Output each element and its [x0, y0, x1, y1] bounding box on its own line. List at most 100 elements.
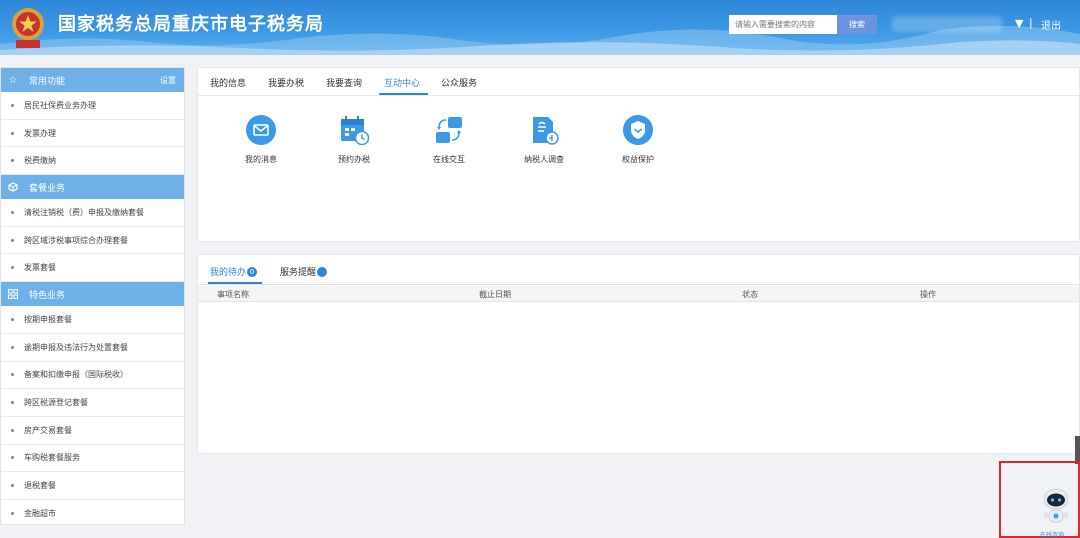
site-title: 国家税务总局重庆市电子税务局: [58, 14, 324, 35]
envelope-icon: [245, 114, 277, 146]
todo-panel: 我的待办 0 服务提醒 事项名称 截止日期 状态 操作: [197, 254, 1080, 454]
sidebar-item[interactable]: 车购税套餐服务: [1, 445, 184, 473]
tab-public-service[interactable]: 公众服务: [441, 76, 477, 89]
bullet-icon: [11, 210, 14, 214]
bullet-icon: [11, 266, 14, 270]
bullet-icon: [11, 131, 14, 135]
sidebar-item[interactable]: 金融超市: [1, 500, 184, 528]
bullet-icon: [11, 373, 14, 377]
bullet-icon: [11, 401, 14, 405]
sidebar-item-label: 发票套餐: [24, 263, 56, 273]
service-appointment[interactable]: 预约办税: [319, 114, 389, 165]
bullet-icon: [11, 159, 14, 163]
main-tabs: 我的信息 我要办税 我要查询 互动中心 公众服务: [198, 68, 1079, 96]
sidebar-item[interactable]: 按期申报套餐: [1, 306, 184, 334]
column-header-status: 状态: [742, 290, 758, 299]
sidebar-section-packages[interactable]: 套餐业务: [1, 175, 184, 200]
sidebar: ☆ 常用功能 设置 居民社保费业务办理 发票办理 税费缴纳 套餐业务 清税注销税…: [0, 67, 185, 525]
interaction-center-panel: 我的信息 我要办税 我要查询 互动中心 公众服务 我的消息 预约办税 在线交互 …: [197, 67, 1080, 242]
sidebar-item-label: 车购税套餐服务: [24, 453, 80, 463]
star-icon: ☆: [8, 74, 18, 86]
active-tab-indicator: [208, 282, 262, 284]
sidebar-item[interactable]: 跨区域涉税事项综合办理套餐: [1, 227, 184, 255]
cube-icon: [7, 181, 19, 193]
sidebar-item-label: 清税注销税（费）申报及缴纳套餐: [24, 207, 144, 217]
service-label: 纳税人调查: [524, 155, 564, 164]
sidebar-section-featured[interactable]: 特色业务: [1, 282, 184, 307]
tab-tax-handling[interactable]: 我要办税: [268, 76, 304, 89]
tab-my-todo[interactable]: 我的待办 0: [210, 265, 258, 278]
assistant-label[interactable]: 在线咨询: [1040, 530, 1064, 538]
tab-interaction-center[interactable]: 互动中心: [384, 76, 420, 89]
tab-query[interactable]: 我要查询: [326, 76, 362, 89]
active-tab-indicator: [379, 93, 428, 95]
bullet-icon: [11, 317, 14, 321]
reminder-count-badge: [317, 266, 328, 277]
sidebar-item-label: 按期申报套餐: [24, 314, 72, 324]
service-label: 权益保护: [622, 155, 654, 164]
shield-icon: [622, 114, 654, 146]
column-header-deadline: 截止日期: [479, 290, 511, 299]
bullet-icon: [11, 428, 14, 432]
bullet-icon: [11, 512, 14, 516]
sidebar-item[interactable]: 逾期申报及违法行为处置套餐: [1, 334, 184, 362]
side-feedback-tab[interactable]: [1075, 436, 1080, 464]
service-label: 预约办税: [338, 155, 370, 164]
todo-tabs: 我的待办 0 服务提醒: [198, 255, 1079, 285]
tab-service-reminder[interactable]: 服务提醒: [280, 265, 328, 278]
logout-link[interactable]: 退出: [1041, 17, 1061, 32]
sidebar-item-label: 跨区税源登记套餐: [24, 398, 88, 408]
sidebar-item[interactable]: 房产交易套餐: [1, 417, 184, 445]
tab-label: 我的待办: [210, 268, 247, 278]
settings-link[interactable]: 设置: [160, 75, 176, 86]
sidebar-section-title: 特色业务: [29, 290, 66, 301]
sidebar-section-common[interactable]: ☆ 常用功能 设置: [1, 68, 184, 92]
sidebar-item-label: 逾期申报及违法行为处置套餐: [24, 342, 128, 352]
service-online-interaction[interactable]: 在线交互: [414, 114, 484, 165]
service-taxpayer-survey[interactable]: 纳税人调查: [509, 114, 579, 165]
user-dropdown-icon[interactable]: ▼: [1015, 17, 1023, 30]
service-my-messages[interactable]: 我的消息: [226, 114, 296, 165]
sidebar-item[interactable]: 备案和扣缴申报（国际税收）: [1, 362, 184, 390]
sidebar-item[interactable]: 发票办理: [1, 120, 184, 148]
sidebar-item-label: 退税套餐: [24, 481, 56, 491]
tab-my-info[interactable]: 我的信息: [210, 76, 246, 89]
bullet-icon: [11, 103, 14, 107]
sidebar-item[interactable]: 退税套餐: [1, 472, 184, 500]
service-rights-protection[interactable]: 权益保护: [603, 114, 673, 165]
exchange-icon: [433, 114, 465, 146]
calendar-clock-icon: [338, 114, 370, 146]
sidebar-item-label: 备案和扣缴申报（国际税收）: [24, 370, 128, 380]
sidebar-section-title: 常用功能: [29, 76, 66, 87]
sidebar-item[interactable]: 发票套餐: [1, 254, 184, 283]
sidebar-item-label: 跨区域涉税事项综合办理套餐: [24, 235, 128, 245]
header-separator: |: [1029, 16, 1033, 29]
sidebar-item[interactable]: 清税注销税（费）申报及缴纳套餐: [1, 199, 184, 227]
sidebar-item-label: 房产交易套餐: [24, 425, 72, 435]
column-header-actions: 操作: [920, 290, 936, 299]
column-header-item-name: 事项名称: [217, 290, 249, 299]
grid-icon: [7, 288, 19, 300]
search-button[interactable]: 搜索: [837, 15, 877, 34]
survey-icon: [528, 114, 560, 146]
bullet-icon: [11, 456, 14, 460]
sidebar-item[interactable]: 税费缴纳: [1, 147, 184, 176]
sidebar-item-label: 发票办理: [24, 128, 56, 138]
header-bar: 国家税务总局重庆市电子税务局 搜索 ▼ | 退出: [0, 0, 1080, 55]
sidebar-item-label: 居民社保费业务办理: [24, 100, 96, 110]
service-label: 在线交互: [433, 155, 465, 164]
sidebar-item[interactable]: 跨区税源登记套餐: [1, 389, 184, 417]
sidebar-section-title: 套餐业务: [29, 183, 66, 194]
robot-icon[interactable]: [1040, 486, 1072, 528]
user-name-blurred: [892, 16, 1002, 32]
sidebar-item[interactable]: 居民社保费业务办理: [1, 92, 184, 120]
todo-count-badge: 0: [247, 266, 258, 277]
search-input[interactable]: [729, 15, 837, 34]
bullet-icon: [11, 345, 14, 349]
bullet-icon: [11, 238, 14, 242]
todo-table-header: 事项名称 截止日期 状态 操作: [198, 286, 1079, 302]
tax-emblem-logo: [12, 8, 44, 48]
sidebar-item-label: 税费缴纳: [24, 156, 56, 166]
sidebar-item-label: 金融超市: [24, 509, 56, 519]
service-label: 我的消息: [245, 155, 277, 164]
